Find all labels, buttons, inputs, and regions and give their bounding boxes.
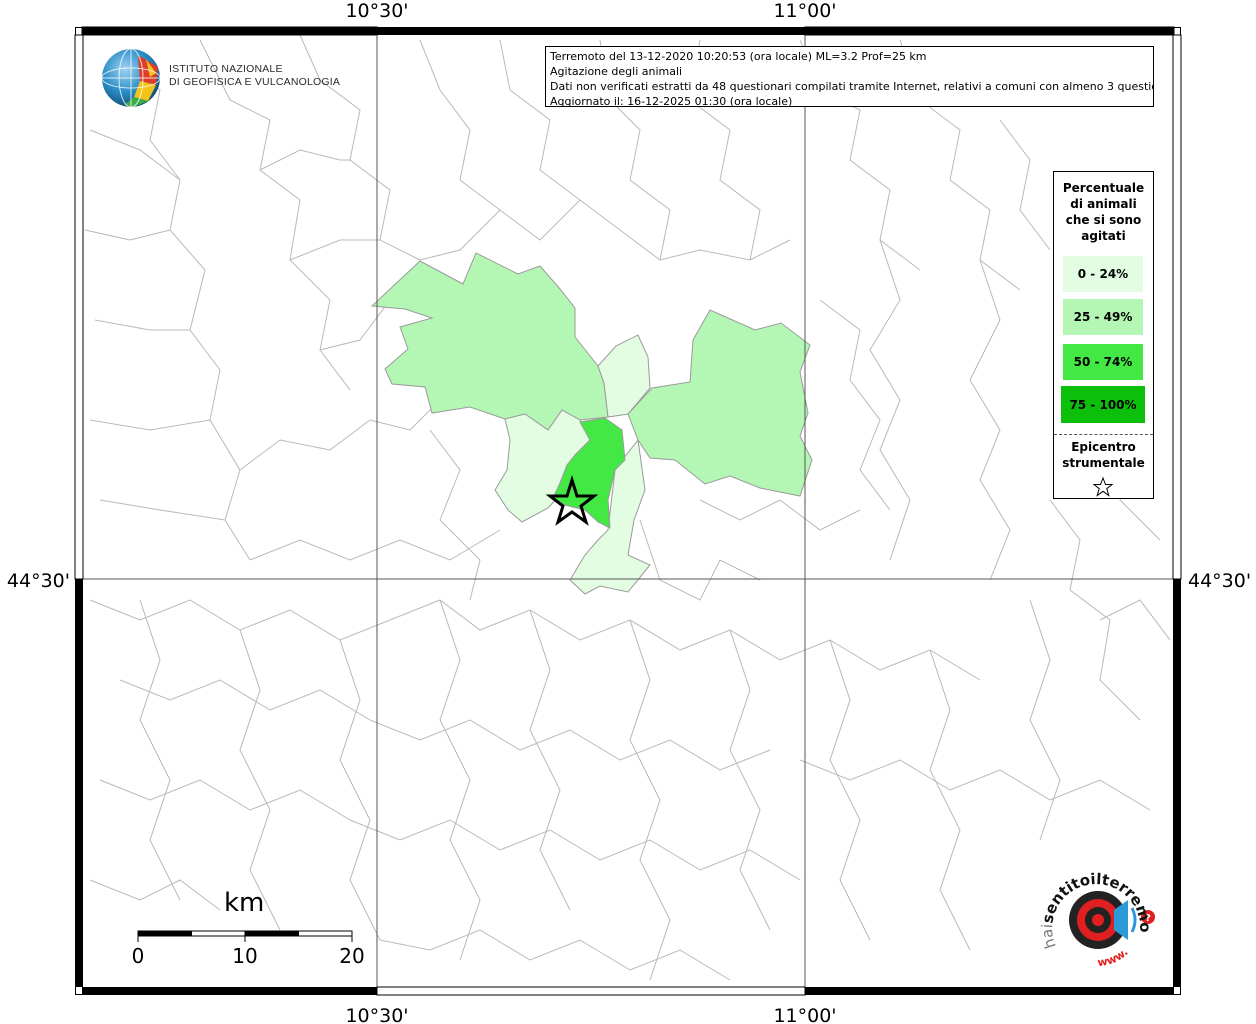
legend-epicenter-label: Epicentro strumentale — [1054, 439, 1153, 471]
ingv-name: ISTITUTO NAZIONALE DI GEOFISICA E VULCAN… — [169, 63, 340, 89]
lon-label-top-1100: 11°00' — [773, 0, 836, 22]
scale-tick-0: 0 — [132, 944, 145, 968]
event-title: Terremoto del 13-12-2020 10:20:53 (ora l… — [550, 50, 927, 63]
legend-title-line: Percentuale — [1062, 181, 1145, 195]
hsit-logo-graphic: ? haisentitoilterremoto.it www. — [1031, 846, 1155, 970]
scale-tick-20: 20 — [339, 944, 364, 968]
svg-text:www.: www. — [1097, 946, 1131, 970]
lat-label-left-4430: 44°30' — [7, 570, 70, 592]
legend-star-icon — [1092, 476, 1114, 497]
globe-icon — [101, 48, 161, 108]
legend-divider — [1054, 434, 1153, 435]
legend-title-line: agitati — [1081, 229, 1126, 243]
legend-item-75-100: 75 - 100% — [1061, 386, 1145, 423]
hsit-logo: ? haisentitoilterremoto.it www. — [1031, 846, 1166, 980]
scale-tick-10: 10 — [232, 944, 257, 968]
hsit-www-text: www. — [1097, 946, 1131, 970]
legend-title: Percentuale di animali che si sono agita… — [1054, 180, 1153, 244]
lon-label-top-1030: 10°30' — [345, 0, 408, 22]
legend: Percentuale di animali che si sono agita… — [1053, 171, 1154, 499]
ingv-name-line1: ISTITUTO NAZIONALE — [169, 63, 283, 75]
legend-title-line: di animali — [1070, 197, 1137, 211]
legend-title-line: che si sono — [1065, 213, 1142, 227]
data-note: Dati non verificati estratti da 48 quest… — [550, 80, 1154, 93]
updated-at: Aggiornato il: 16-12-2025 01:30 (ora loc… — [550, 95, 793, 107]
lon-label-bottom-1030: 10°30' — [345, 1005, 408, 1024]
lon-label-bottom-1100: 11°00' — [773, 1005, 836, 1024]
legend-epicenter-line: strumentale — [1062, 456, 1145, 470]
lat-label-right-4430: 44°30' — [1188, 570, 1251, 592]
map-subject: Agitazione degli animali — [550, 65, 683, 78]
ingv-name-line2: DI GEOFISICA E VULCANOLOGIA — [169, 76, 341, 88]
event-info-box: Terremoto del 13-12-2020 10:20:53 (ora l… — [545, 46, 1154, 107]
ingv-logo: ISTITUTO NAZIONALE DI GEOFISICA E VULCAN… — [100, 47, 340, 111]
legend-item-0-24: 0 - 24% — [1063, 256, 1143, 292]
legend-epicenter-line: Epicentro — [1071, 440, 1136, 454]
scale-unit: km — [224, 888, 265, 918]
legend-item-50-74: 50 - 74% — [1063, 344, 1143, 380]
legend-item-25-49: 25 - 49% — [1063, 299, 1143, 335]
